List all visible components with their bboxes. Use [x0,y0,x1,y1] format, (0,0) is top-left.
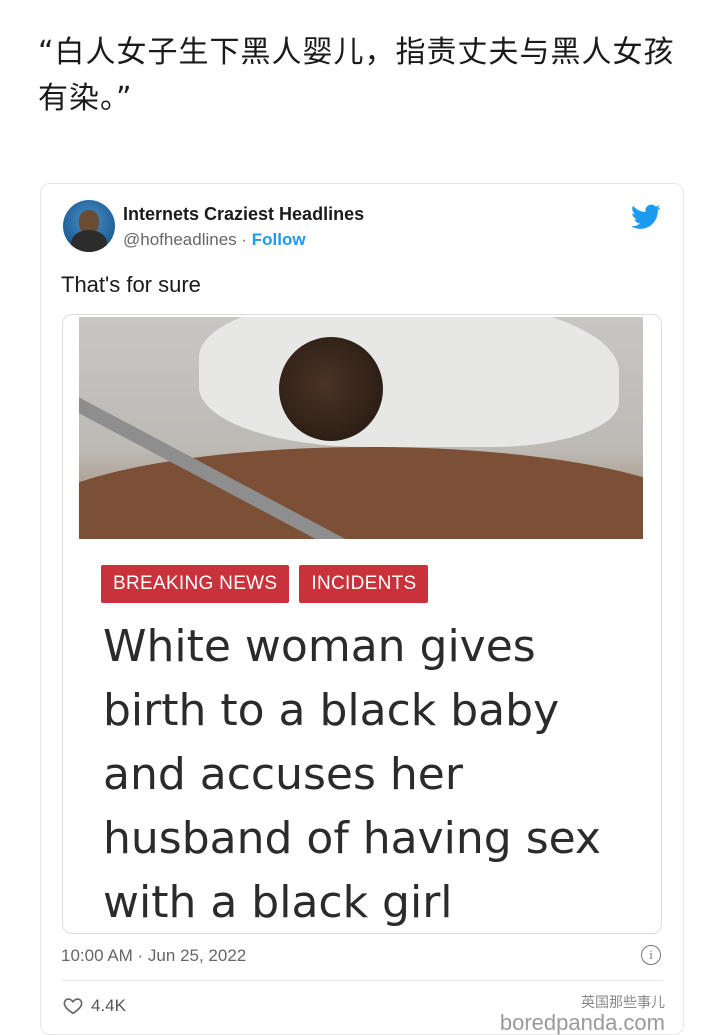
tweet-timestamp[interactable]: 10:00 AM · Jun 25, 2022 [61,946,246,966]
tag-breaking-news[interactable]: BREAKING NEWS [101,565,290,603]
user-handle[interactable]: @hofheadlines [123,230,237,249]
tweet-text: That's for sure [61,272,201,297]
handle-separator: · [236,230,252,249]
tag-incidents[interactable]: INCIDENTS [299,565,429,603]
heart-icon[interactable] [63,997,83,1015]
photo-blanket [199,317,619,447]
user-handle-line: @hofheadlines · Follow [123,230,306,250]
info-icon[interactable]: i [641,945,661,965]
twitter-bird-icon[interactable] [631,204,661,230]
watermark-account: 英国那些事儿 [581,995,665,1011]
photo-crib-wood [79,447,643,539]
article-preview-card[interactable]: BREAKING NEWS INCIDENTS White woman give… [62,314,662,934]
avatar[interactable] [63,200,115,252]
post-caption: “白人女子生下黑人婴儿，指责丈夫与黑人女孩有染。” [38,35,675,116]
watermark: 英国那些事儿 boredpanda.com [500,992,665,1034]
avatar-shoulders [71,230,107,252]
tweet-card[interactable]: Internets Craziest Headlines @hofheadlin… [40,183,684,1035]
photo-baby-head [279,337,383,441]
article-tags: BREAKING NEWS INCIDENTS [101,565,429,603]
article-headline: White woman gives birth to a black baby … [103,621,601,928]
article-photo [79,317,643,539]
like-action[interactable]: 4.4K [63,996,126,1016]
watermark-site: boredpanda.com [499,1010,665,1035]
like-count: 4.4K [91,996,126,1015]
user-display-name[interactable]: Internets Craziest Headlines [123,204,364,225]
divider [61,980,663,981]
follow-button[interactable]: Follow [252,230,306,249]
